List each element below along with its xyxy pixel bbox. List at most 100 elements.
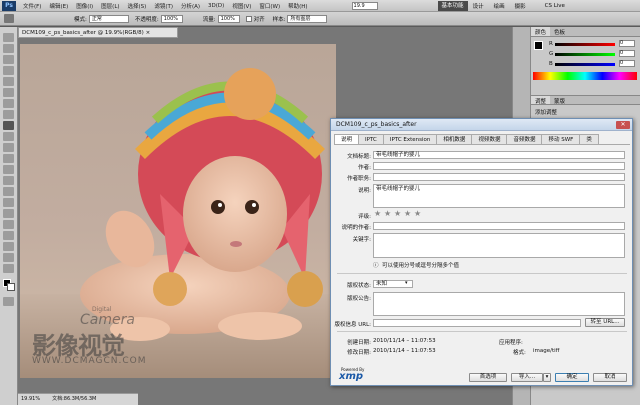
dodge-tool-icon[interactable] [3, 176, 14, 185]
lasso-tool-icon[interactable] [3, 55, 14, 64]
zoom-field[interactable]: 19.9 [351, 1, 378, 10]
cs-live-button[interactable]: CS Live [545, 3, 565, 9]
rating-star-3-icon[interactable]: ★ [394, 210, 401, 218]
marquee-tool-icon[interactable] [3, 44, 14, 53]
history-brush-tool-icon[interactable] [3, 132, 14, 141]
menu-file[interactable]: 文件(F) [19, 2, 45, 10]
3d-camera-tool-icon[interactable] [3, 242, 14, 251]
shape-tool-icon[interactable] [3, 220, 14, 229]
workspace-essentials-button[interactable]: 基本功能 [437, 0, 468, 11]
eyedropper-tool-icon[interactable] [3, 88, 14, 97]
tab-adjustments[interactable]: 调整 [531, 96, 551, 105]
hand-tool-icon[interactable] [3, 253, 14, 262]
status-zoom[interactable]: 19.91% [21, 394, 40, 405]
import-button[interactable]: 导入... [511, 373, 543, 382]
g-value[interactable]: 0 [619, 50, 635, 57]
close-icon[interactable]: ✕ [616, 121, 630, 129]
flow-field[interactable]: 100% [217, 14, 240, 23]
menu-help[interactable]: 帮助(H) [284, 2, 311, 10]
rating-star-1-icon[interactable]: ★ [374, 210, 381, 218]
r-value[interactable]: 0 [619, 40, 635, 47]
tab-iptc[interactable]: IPTC [358, 134, 384, 144]
b-value[interactable]: 0 [619, 60, 635, 67]
author-input[interactable] [373, 162, 625, 170]
rating-star-2-icon[interactable]: ★ [384, 210, 391, 218]
menu-image[interactable]: 图像(I) [72, 2, 97, 10]
description-input[interactable]: 带毛线帽子的婴儿 [373, 184, 625, 208]
g-slider[interactable] [555, 53, 615, 56]
document-tab[interactable]: DCM109_c_ps_basics_after @ 19.9%(RGB/8) … [18, 27, 178, 38]
menu-layer[interactable]: 图层(L) [97, 2, 123, 10]
tab-swatches[interactable]: 色板 [550, 27, 569, 36]
chevron-down-icon[interactable]: ▾ [405, 280, 408, 286]
cancel-button[interactable]: 取消 [593, 373, 627, 382]
tab-more[interactable]: 类 [579, 134, 599, 144]
gradient-tool-icon[interactable] [3, 154, 14, 163]
path-select-tool-icon[interactable] [3, 209, 14, 218]
desc-writer-input[interactable] [373, 222, 625, 230]
tab-mobile-swf[interactable]: 移动 SWF [541, 134, 581, 144]
doc-title-input[interactable]: 带毛线帽子的婴儿 [373, 151, 625, 159]
eraser-tool-icon[interactable] [3, 143, 14, 152]
menu-filter[interactable]: 滤镜(T) [150, 2, 177, 10]
workspace-painting[interactable]: 绘画 [489, 2, 510, 10]
mode-select[interactable]: 正常 [88, 14, 129, 23]
tab-color[interactable]: 颜色 [531, 27, 551, 36]
brush-tool-icon[interactable] [3, 110, 14, 119]
author-title-label: 作者职务: [347, 176, 371, 182]
tab-iptc-extension[interactable]: IPTC Extension [382, 134, 438, 144]
goto-url-button[interactable]: 转至 URL... [585, 318, 625, 327]
clone-stamp-icon[interactable] [4, 14, 14, 23]
import-dropdown-icon[interactable]: ▾ [543, 373, 551, 382]
sample-select[interactable]: 所有图层 [287, 14, 328, 23]
modified-value: 2010/11/14 – 11:07:53 [373, 348, 436, 354]
sample-label: 样本: [272, 16, 286, 23]
menu-analysis[interactable]: 分析(A) [177, 2, 204, 10]
copyright-url-input[interactable] [373, 319, 581, 327]
menu-view[interactable]: 视图(V) [228, 2, 255, 10]
rating-star-4-icon[interactable]: ★ [404, 210, 411, 218]
3d-rotate-tool-icon[interactable] [3, 231, 14, 240]
preferences-button[interactable]: 首选项 [469, 373, 507, 382]
zoom-tool-icon[interactable] [3, 264, 14, 273]
opacity-field[interactable]: 100% [160, 14, 183, 23]
tab-audio-data[interactable]: 音频数据 [506, 134, 543, 144]
copyright-notice-input[interactable] [373, 292, 625, 316]
created-label: 创建日期: [347, 340, 371, 346]
move-tool-icon[interactable] [3, 33, 14, 42]
type-tool-icon[interactable] [3, 198, 14, 207]
pen-tool-icon[interactable] [3, 187, 14, 196]
mode-label: 模式: [74, 16, 87, 23]
tab-masks[interactable]: 蒙版 [550, 96, 569, 105]
panel-foreground-swatch[interactable] [534, 41, 543, 50]
ok-button[interactable]: 确定 [555, 373, 589, 382]
blur-tool-icon[interactable] [3, 165, 14, 174]
workspace-design[interactable]: 设计 [468, 2, 489, 10]
crop-tool-icon[interactable] [3, 77, 14, 86]
menu-window[interactable]: 窗口(W) [255, 2, 284, 10]
menu-edit[interactable]: 编辑(E) [45, 2, 72, 10]
workspace-photography[interactable]: 摄影 [510, 2, 531, 10]
tab-video-data[interactable]: 视频数据 [471, 134, 508, 144]
clone-stamp-tool-icon[interactable] [3, 121, 14, 130]
r-slider[interactable] [555, 43, 615, 46]
menu-select[interactable]: 选择(S) [124, 2, 151, 10]
b-slider[interactable] [555, 63, 615, 66]
tab-camera-data[interactable]: 相机数据 [436, 134, 473, 144]
color-spectrum-bar[interactable] [533, 72, 637, 80]
healing-tool-icon[interactable] [3, 99, 14, 108]
r-label: R [549, 41, 553, 47]
align-checkbox[interactable] [245, 15, 252, 22]
quick-mask-icon[interactable] [3, 297, 14, 306]
copyright-url-label: 版权信息 URL: [334, 322, 371, 328]
background-color-swatch[interactable] [7, 283, 15, 291]
image-canvas[interactable]: 影像视觉 Camera Digital WWW.DCMAGCN.COM [20, 44, 336, 378]
menu-3d[interactable]: 3D(D) [204, 3, 228, 9]
author-title-input[interactable] [373, 173, 625, 181]
copyright-notice-label: 版权公告: [347, 296, 371, 302]
align-label: 对齐 [253, 16, 265, 23]
quick-select-tool-icon[interactable] [3, 66, 14, 75]
keywords-input[interactable] [373, 233, 625, 258]
rating-star-5-icon[interactable]: ★ [414, 210, 421, 218]
tab-description[interactable]: 说明 [334, 134, 360, 144]
